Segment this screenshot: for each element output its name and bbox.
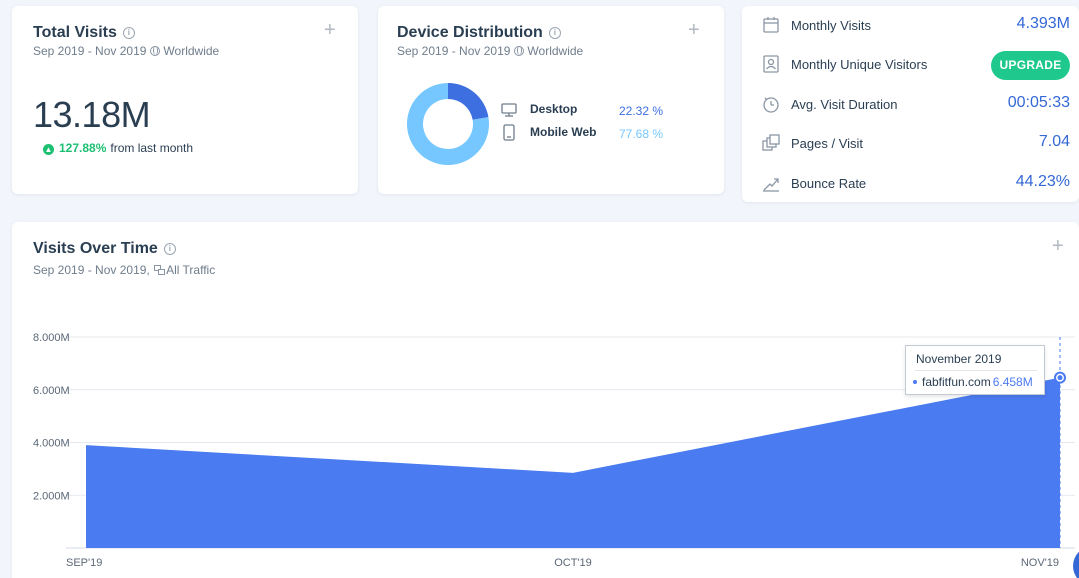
total-visits-value: 13.18M xyxy=(33,94,151,135)
region: Worldwide xyxy=(163,44,220,58)
info-icon[interactable]: i xyxy=(548,27,561,39)
visits-over-time-subtitle: Sep 2019 - Nov 2019, All Traffic xyxy=(33,263,215,277)
total-visits-card: Total Visits i Sep 2019 - Nov 2019 Worldwi… xyxy=(12,6,358,194)
visitor-icon xyxy=(763,55,779,73)
bounce-icon xyxy=(763,178,779,192)
metric-label: Monthly Unique Visitors xyxy=(791,57,928,72)
tooltip-value: 6.458M xyxy=(992,375,1033,389)
device-distribution-title: Device Distribution i xyxy=(397,24,561,42)
metric-label: Monthly Visits xyxy=(791,18,871,33)
arrow-up-icon: ▲ xyxy=(43,144,54,155)
total-visits-title-text: Total Visits xyxy=(33,24,117,41)
metrics-card: Monthly Visits 4.393M Monthly Unique Vis… xyxy=(742,6,1079,202)
series-dot-icon xyxy=(913,380,917,384)
region: Worldwide xyxy=(527,44,584,58)
add-widget-icon[interactable]: + xyxy=(688,20,700,40)
info-icon[interactable]: i xyxy=(122,27,135,39)
date-range: Sep 2019 - Nov 2019, xyxy=(33,263,150,277)
visits-over-time-title: Visits Over Time i xyxy=(33,240,176,258)
device-value-mobile: 77.68 % xyxy=(619,127,663,141)
globe-icon xyxy=(514,46,525,56)
tooltip-site: fabfitfun.com xyxy=(922,375,991,389)
tooltip-title: November 2019 xyxy=(916,352,1002,366)
pages-icon xyxy=(762,134,780,151)
calendar-icon xyxy=(763,17,779,33)
globe-icon xyxy=(150,46,161,56)
total-visits-title: Total Visits i xyxy=(33,24,135,42)
device-value-desktop: 22.32 % xyxy=(619,104,663,118)
visits-over-time-title-text: Visits Over Time xyxy=(33,240,158,257)
metric-label: Bounce Rate xyxy=(791,176,867,191)
desktop-icon xyxy=(501,103,517,117)
metric-value: 00:05:33 xyxy=(1007,94,1070,111)
mobile-icon xyxy=(503,124,515,141)
device-distribution-card: Device Distribution i Sep 2019 - Nov 2019… xyxy=(378,6,724,194)
device-label: Desktop xyxy=(530,102,578,116)
tooltip-divider xyxy=(915,370,1037,371)
metric-label: Avg. Visit Duration xyxy=(791,97,898,112)
device-value: 22.32 % xyxy=(619,104,664,118)
donut-slice-0 xyxy=(448,83,489,120)
metric-label: Pages / Visit xyxy=(791,136,864,151)
visits-trend: ▲ 127.88% from last month xyxy=(43,141,193,155)
change-percent: 127.88% xyxy=(59,141,107,155)
device-donut-chart xyxy=(407,83,489,165)
device-label: Mobile Web xyxy=(530,125,597,139)
device-distribution-subtitle: Sep 2019 - Nov 2019 Worldwide xyxy=(397,44,583,58)
upgrade-button[interactable]: UPGRADE xyxy=(991,51,1070,80)
add-widget-icon[interactable]: + xyxy=(324,20,336,40)
metric-value: 4.393M xyxy=(1016,15,1070,32)
tooltip-row: fabfitfun.com 6.458M xyxy=(913,375,1033,389)
metric-value: 7.04 xyxy=(1038,133,1070,150)
traffic-icon xyxy=(154,265,166,275)
metric-avg-visit-duration: Avg. Visit Duration 00:05:33 xyxy=(742,86,1079,125)
device-value: 77.68 % xyxy=(619,127,664,141)
traffic-filter: All Traffic xyxy=(166,263,216,277)
metric-value: 44.23% xyxy=(1015,173,1070,190)
info-icon[interactable]: i xyxy=(163,243,176,255)
date-range: Sep 2019 - Nov 2019 xyxy=(397,44,511,58)
chart-tooltip: November 2019 fabfitfun.com 6.458M xyxy=(905,345,1045,395)
device-row-desktop: Desktop xyxy=(530,102,577,116)
device-distribution-title-text: Device Distribution xyxy=(397,24,543,41)
date-range: Sep 2019 - Nov 2019 xyxy=(33,44,147,58)
metric-unique-visitors: Monthly Unique Visitors UPGRADE xyxy=(742,46,1079,85)
metric-monthly-visits: Monthly Visits 4.393M xyxy=(742,7,1079,46)
metric-pages-per-visit: Pages / Visit 7.04 xyxy=(742,125,1079,164)
metric-bounce-rate: Bounce Rate 44.23% xyxy=(742,165,1079,204)
visits-over-time-card: Visits Over Time i Sep 2019 - Nov 2019, A… xyxy=(12,222,1079,578)
clock-icon xyxy=(763,97,779,113)
change-text: from last month xyxy=(110,141,194,155)
device-row-mobile: Mobile Web xyxy=(530,125,596,139)
add-widget-icon[interactable]: + xyxy=(1052,236,1064,256)
total-visits-subtitle: Sep 2019 - Nov 2019 Worldwide xyxy=(33,44,219,58)
